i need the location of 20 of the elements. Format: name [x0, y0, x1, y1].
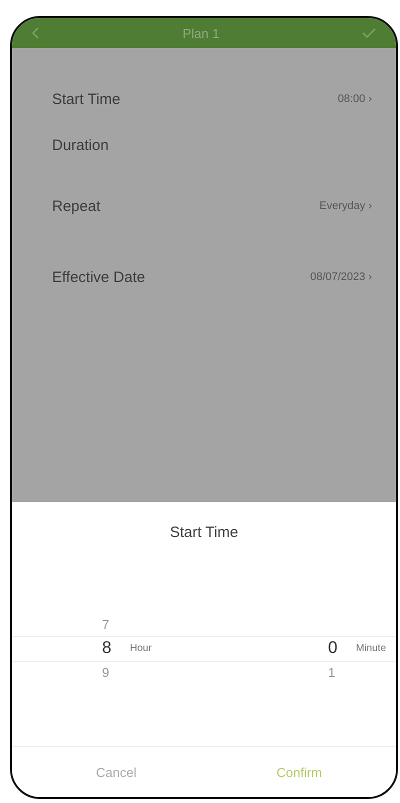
- setting-label: Effective Date: [52, 268, 146, 286]
- confirm-button[interactable]: Confirm: [272, 760, 326, 784]
- sheet-title: Start Time: [170, 524, 238, 541]
- check-icon[interactable]: [362, 28, 376, 38]
- picker-value[interactable]: 0: [328, 638, 340, 658]
- picker-value[interactable]: 1: [328, 664, 340, 680]
- setting-value[interactable]: Everyday ›: [319, 200, 372, 212]
- unit-label: Minute: [356, 642, 386, 654]
- setting-label: Start Time: [52, 90, 120, 108]
- setting-value[interactable]: 08:00 ›: [338, 93, 372, 105]
- setting-label: Duration: [52, 136, 109, 154]
- cancel-button[interactable]: Cancel: [92, 760, 140, 784]
- setting-label: Repeat: [52, 198, 100, 214]
- back-icon[interactable]: [32, 27, 40, 39]
- header-title: Plan 1: [182, 26, 220, 40]
- picker-value[interactable]: 7: [102, 616, 114, 632]
- picker-value[interactable]: 9: [102, 664, 114, 680]
- unit-label: Hour: [130, 642, 152, 654]
- picker-value[interactable]: 8: [102, 638, 114, 658]
- setting-value[interactable]: 08/07/2023 ›: [310, 271, 372, 283]
